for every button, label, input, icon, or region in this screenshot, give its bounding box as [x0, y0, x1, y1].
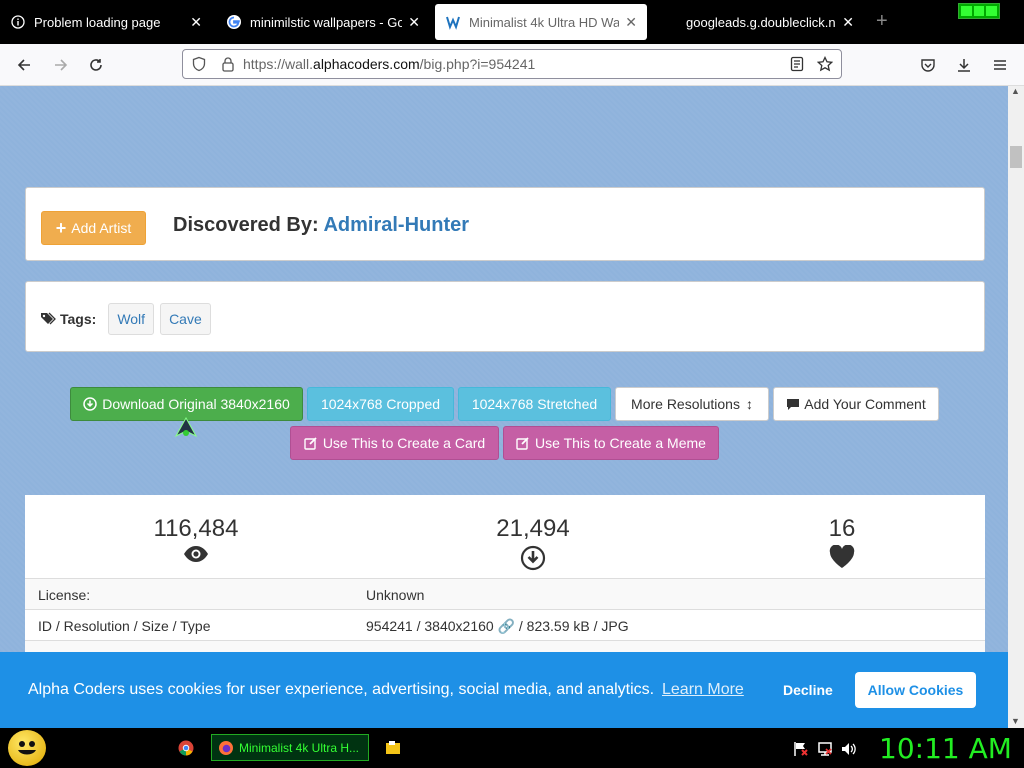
- edit-icon: [304, 436, 318, 450]
- detail-row-id: ID / Resolution / Size / Type 954241 / 3…: [25, 609, 985, 640]
- tab-bar: Problem loading page ✕ minimilstic wallp…: [0, 0, 1024, 44]
- download-circle-icon: [473, 545, 593, 571]
- plus-icon: +: [55, 217, 67, 238]
- bookmark-star-icon[interactable]: [817, 56, 833, 72]
- start-menu-smiley-icon[interactable]: [8, 730, 46, 766]
- discovered-by: Discovered By: Admiral-Hunter: [173, 214, 470, 236]
- close-icon[interactable]: ✕: [190, 14, 202, 31]
- scroll-down-icon[interactable]: ▼: [1011, 716, 1020, 726]
- reader-view-icon[interactable]: [789, 56, 805, 72]
- tag-wolf[interactable]: Wolf: [108, 303, 155, 335]
- add-artist-button[interactable]: + Add Artist: [41, 211, 146, 245]
- firefox-icon: [218, 740, 234, 756]
- allow-cookies-button[interactable]: Allow Cookies: [855, 672, 976, 708]
- create-card-button[interactable]: Use This to Create a Card: [290, 426, 499, 460]
- close-icon[interactable]: ✕: [408, 14, 420, 31]
- new-tab-icon[interactable]: +: [876, 10, 888, 33]
- learn-more-link[interactable]: Learn More: [662, 681, 744, 699]
- artist-panel: + Add Artist Discovered By: Admiral-Hunt…: [25, 187, 985, 261]
- forward-arrow-icon[interactable]: [49, 53, 73, 77]
- cookie-message: Alpha Coders uses cookies for user exper…: [28, 681, 655, 698]
- tab-label: Problem loading page: [34, 14, 161, 30]
- page-scrollbar[interactable]: ▲ ▼: [1008, 86, 1024, 728]
- eye-icon: [136, 545, 256, 563]
- wallhaven-icon: [445, 14, 461, 30]
- scrollbar-thumb[interactable]: [1010, 146, 1022, 168]
- back-arrow-icon[interactable]: [12, 53, 36, 77]
- page-content: + Add Artist Discovered By: Admiral-Hunt…: [0, 86, 1008, 728]
- heart-icon[interactable]: [782, 545, 902, 569]
- taskbar-clock: 10:11 AM: [879, 732, 1012, 765]
- favorites-count: 16: [828, 515, 856, 542]
- download-icon[interactable]: [952, 53, 976, 77]
- lock-icon[interactable]: [221, 56, 235, 72]
- decline-button[interactable]: Decline: [783, 682, 833, 698]
- downloads-stat: 21,494: [473, 515, 593, 571]
- url-bar[interactable]: https://wall.alphacoders.com/big.php?i=9…: [182, 49, 842, 79]
- reload-icon[interactable]: [84, 53, 108, 77]
- downloads-count: 21,494: [496, 515, 570, 542]
- file-manager-icon[interactable]: [385, 740, 401, 761]
- detail-row-license: License: Unknown: [25, 578, 985, 609]
- comment-icon: [786, 398, 800, 411]
- tab-label: minimilstic wallpapers - Goog: [250, 14, 403, 30]
- menu-hamburger-icon[interactable]: [988, 53, 1012, 77]
- tab-label: Minimalist 4k Ultra HD Wallpa: [469, 14, 620, 30]
- add-comment-button[interactable]: Add Your Comment: [773, 387, 939, 421]
- chrome-icon[interactable]: [178, 740, 194, 761]
- network-status-icon[interactable]: [817, 741, 833, 762]
- views-count: 116,484: [153, 515, 239, 542]
- edit-icon: [516, 436, 530, 450]
- pocket-icon[interactable]: [916, 53, 940, 77]
- tags-icon: [40, 312, 56, 326]
- tab-problem-loading[interactable]: Problem loading page ✕: [0, 4, 212, 40]
- create-meme-button[interactable]: Use This to Create a Meme: [503, 426, 719, 460]
- volume-icon[interactable]: [841, 741, 857, 762]
- resize-vertical-icon: ↕: [745, 396, 753, 412]
- download-circle-icon: [83, 397, 97, 411]
- mouse-cursor-icon: [174, 416, 198, 445]
- google-icon: [226, 14, 242, 30]
- stretched-resolution-button[interactable]: 1024x768 Stretched: [458, 387, 611, 421]
- network-indicator-icon: [958, 3, 1000, 19]
- views-stat: 116,484: [136, 515, 256, 563]
- tag-cave[interactable]: Cave: [160, 303, 211, 335]
- tab-alphacoders[interactable]: Minimalist 4k Ultra HD Wallpa ✕: [435, 4, 647, 40]
- tab-label: googleads.g.doubleclick.net/a: [686, 14, 836, 30]
- artist-link[interactable]: Admiral-Hunter: [323, 214, 469, 236]
- close-icon[interactable]: ✕: [842, 14, 854, 31]
- favorites-stat: 16: [782, 515, 902, 569]
- taskbar-firefox-window[interactable]: Minimalist 4k Ultra H...: [211, 734, 369, 761]
- info-icon: [10, 14, 26, 30]
- shield-icon[interactable]: [191, 56, 207, 72]
- tags-label: Tags:: [60, 311, 97, 327]
- more-resolutions-button[interactable]: More Resolutions ↕: [615, 387, 769, 421]
- url-text: https://wall.alphacoders.com/big.php?i=9…: [243, 56, 536, 72]
- cropped-resolution-button[interactable]: 1024x768 Cropped: [307, 387, 454, 421]
- navigation-bar: https://wall.alphacoders.com/big.php?i=9…: [0, 44, 1024, 86]
- tags-panel: Tags: Wolf Cave: [25, 281, 985, 352]
- flag-icon[interactable]: [793, 741, 809, 762]
- taskbar: Minimalist 4k Ultra H... 10:11 AM: [0, 728, 1024, 768]
- scroll-up-icon[interactable]: ▲: [1011, 86, 1020, 96]
- tab-google-search[interactable]: minimilstic wallpapers - Goog ✕: [216, 4, 430, 40]
- close-icon[interactable]: ✕: [625, 14, 637, 31]
- tab-doubleclick[interactable]: googleads.g.doubleclick.net/a ✕: [652, 4, 864, 40]
- cookie-banner: Alpha Coders uses cookies for user exper…: [0, 652, 1008, 728]
